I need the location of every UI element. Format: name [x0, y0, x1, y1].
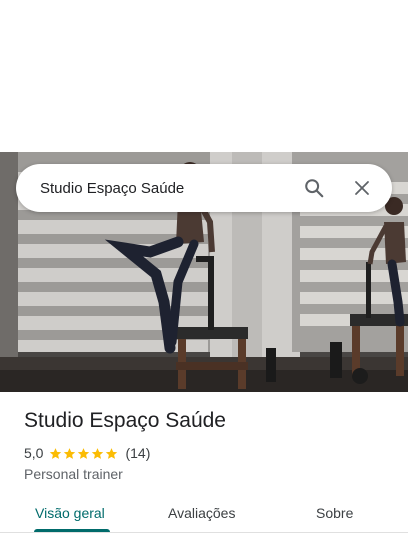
star-rating [49, 447, 119, 460]
tab-reviews[interactable]: Avaliações [168, 505, 235, 521]
place-category: Personal trainer [24, 466, 123, 482]
place-title: Studio Espaço Saúde [24, 409, 226, 432]
star-icon [50, 447, 62, 459]
star-icon [64, 447, 76, 459]
star-icon [92, 447, 104, 459]
close-icon[interactable] [344, 170, 380, 206]
star-icon [78, 447, 90, 459]
tab-divider [0, 532, 408, 533]
rating-value: 5,0 [24, 445, 44, 461]
search-bar[interactable]: Studio Espaço Saúde [16, 164, 392, 212]
star-icon [106, 447, 118, 459]
tab-about[interactable]: Sobre [316, 505, 353, 521]
tab-bar: Visão geral Avaliações Sobre [0, 496, 408, 536]
search-icon[interactable] [296, 170, 332, 206]
search-input[interactable]: Studio Espaço Saúde [40, 180, 296, 197]
blank-top-area [0, 0, 408, 152]
rating-row[interactable]: 5,0 (14) [24, 445, 150, 461]
review-count[interactable]: (14) [125, 445, 150, 461]
tab-overview[interactable]: Visão geral [35, 505, 105, 521]
